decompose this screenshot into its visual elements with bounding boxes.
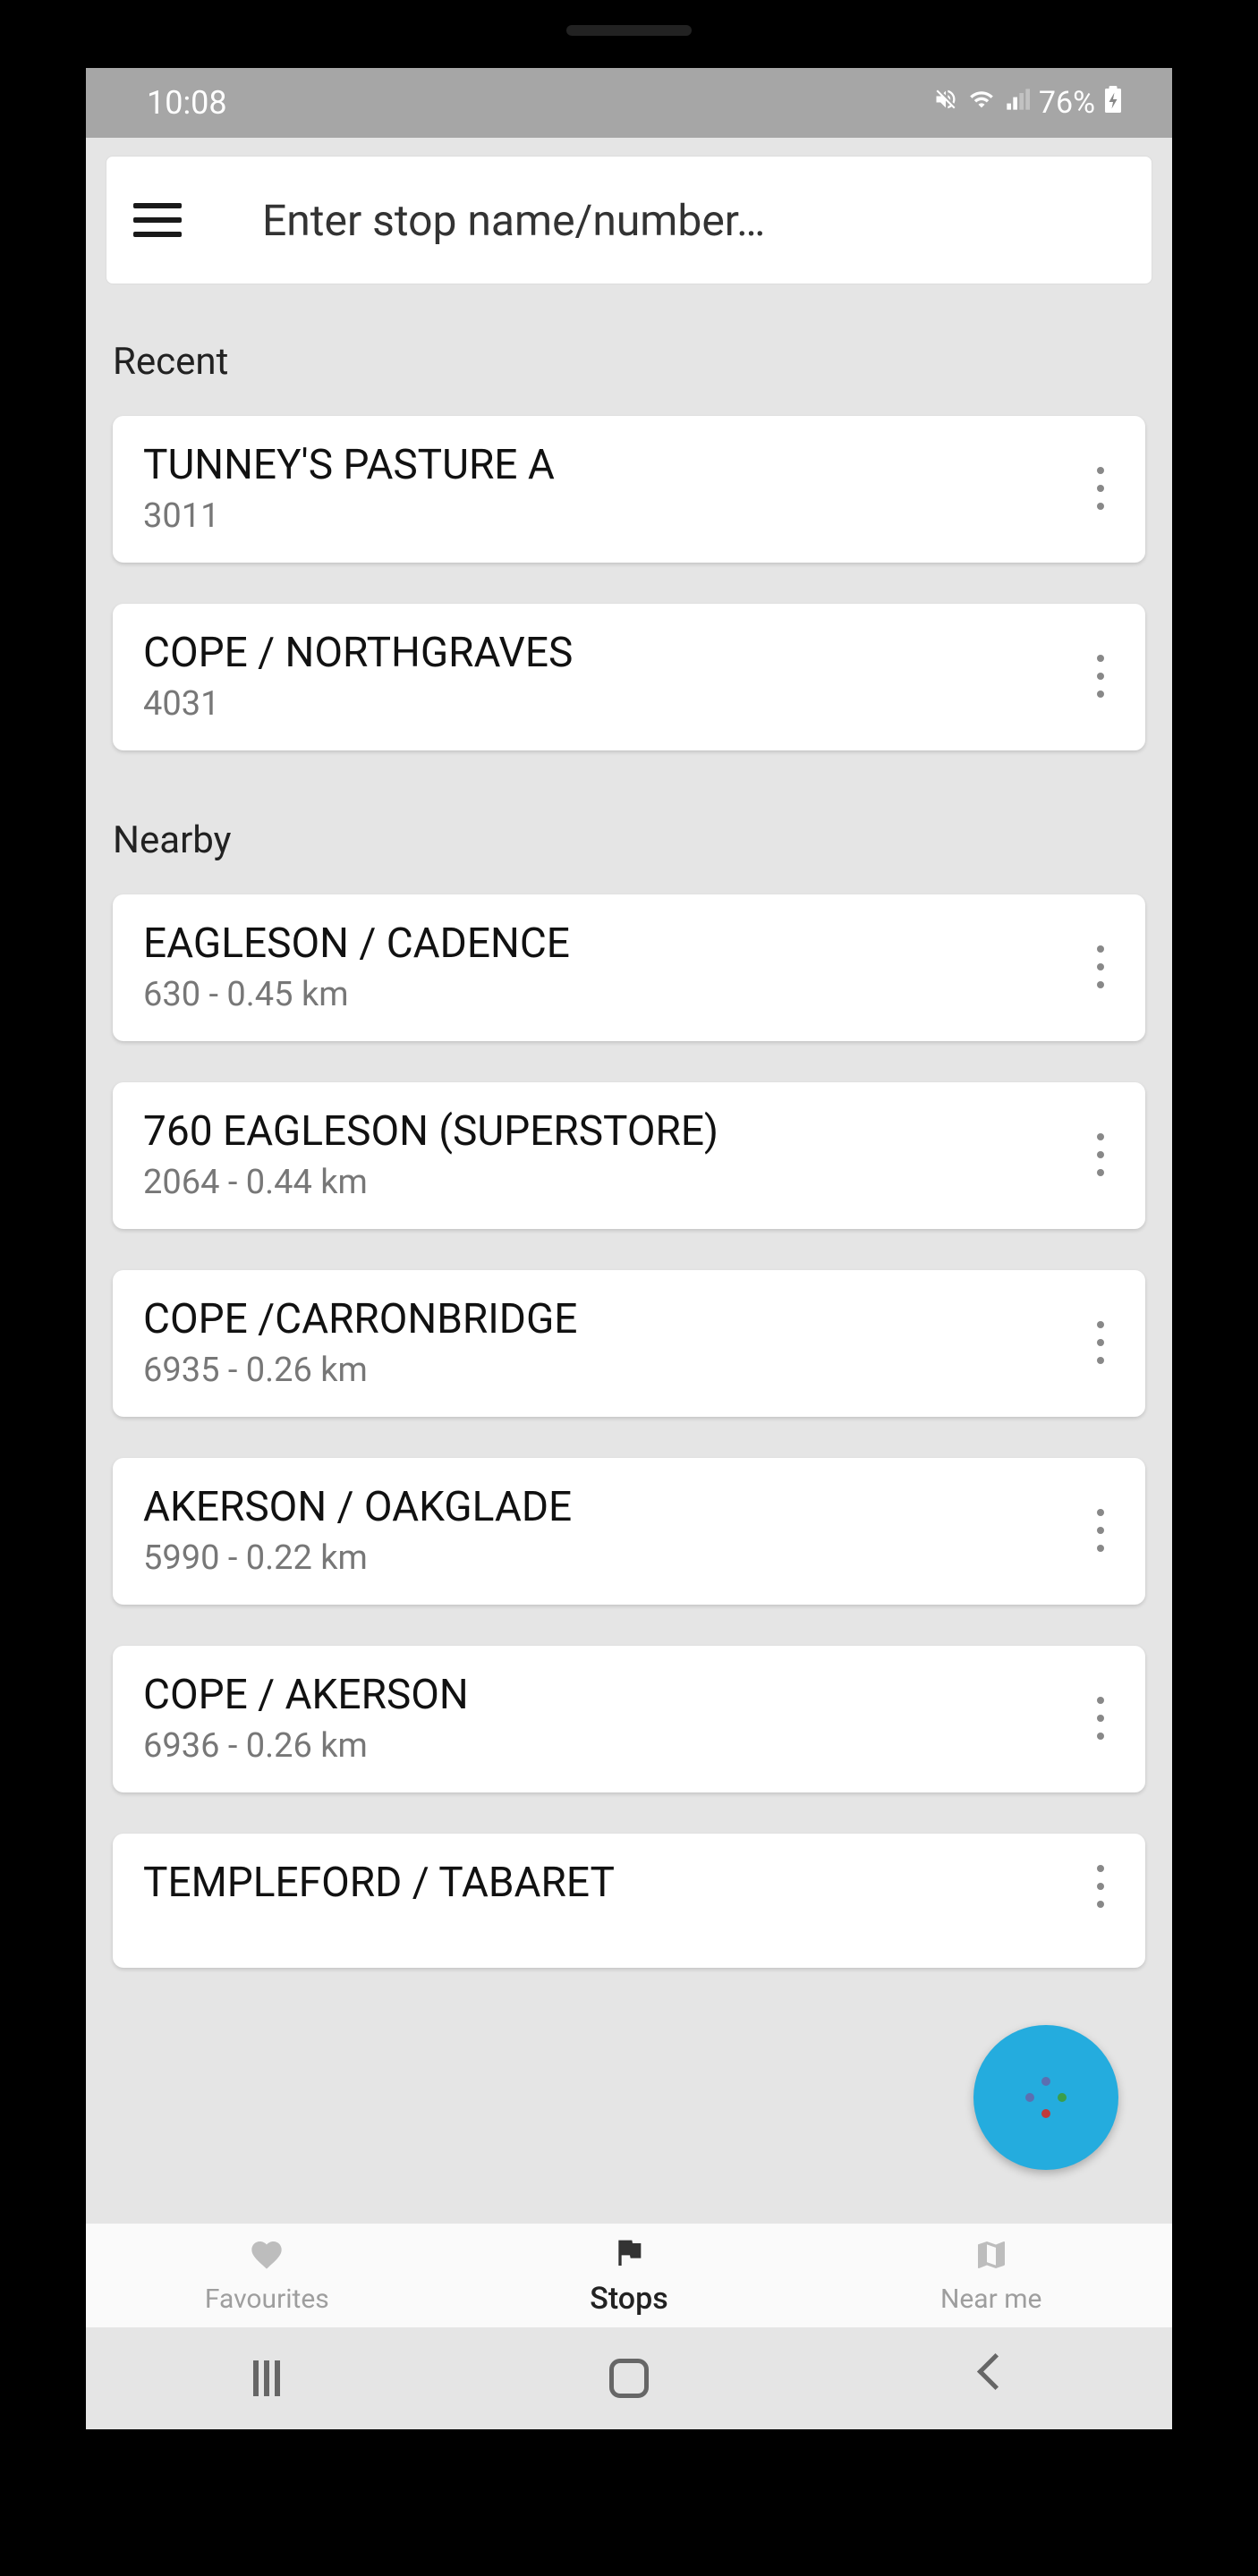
- stop-title: 760 EAGLESON (SUPERSTORE): [143, 1107, 1074, 1156]
- stop-sub: 630 - 0.45 km: [143, 975, 1074, 1014]
- stop-sub: 6935 - 0.26 km: [143, 1351, 1074, 1390]
- map-icon: [970, 2237, 1013, 2280]
- more-icon[interactable]: [1083, 1316, 1118, 1369]
- heart-icon: [245, 2237, 288, 2280]
- sys-back-button[interactable]: [965, 2360, 1018, 2396]
- system-nav: [86, 2327, 1172, 2429]
- wifi-icon: [967, 87, 996, 119]
- more-icon[interactable]: [1083, 1128, 1118, 1182]
- battery-charging-icon: [1104, 86, 1122, 120]
- device-frame: 10:08 76%: [0, 0, 1258, 2576]
- recent-list: TUNNEY'S PASTURE A 3011 COPE / NORTHGRAV…: [86, 384, 1172, 750]
- stop-sub: 5990 - 0.22 km: [143, 1538, 1074, 1578]
- stop-sub: 2064 - 0.44 km: [143, 1163, 1074, 1202]
- status-time: 10:08: [147, 84, 227, 122]
- search-input[interactable]: Enter stop name/number…: [262, 195, 1125, 246]
- mute-icon: [933, 87, 958, 119]
- more-icon[interactable]: [1083, 649, 1118, 703]
- more-icon[interactable]: [1083, 1860, 1118, 1913]
- content-area: Enter stop name/number… Recent TUNNEY'S …: [86, 138, 1172, 2222]
- list-item[interactable]: TEMPLEFORD / TABARET: [113, 1834, 1145, 1968]
- search-bar[interactable]: Enter stop name/number…: [106, 156, 1152, 284]
- nav-label: Near me: [940, 2284, 1041, 2315]
- list-item[interactable]: AKERSON / OAKGLADE 5990 - 0.22 km: [113, 1458, 1145, 1605]
- device-speaker: [566, 25, 692, 36]
- stop-title: COPE / NORTHGRAVES: [143, 629, 1074, 677]
- list-item[interactable]: COPE / NORTHGRAVES 4031: [113, 604, 1145, 750]
- nav-label: Favourites: [205, 2284, 329, 2315]
- flag-icon: [608, 2234, 650, 2277]
- recent-apps-icon: [253, 2360, 280, 2396]
- battery-text: 76%: [1039, 85, 1095, 121]
- fab-icon: [1024, 2075, 1068, 2120]
- sys-recent-button[interactable]: [240, 2360, 293, 2396]
- back-icon: [979, 2360, 1004, 2396]
- nav-label: Stops: [590, 2281, 667, 2317]
- section-nearby-header: Nearby: [86, 792, 1172, 862]
- list-item[interactable]: COPE /CARRONBRIDGE 6935 - 0.26 km: [113, 1270, 1145, 1417]
- list-item[interactable]: TUNNEY'S PASTURE A 3011: [113, 416, 1145, 563]
- list-item[interactable]: EAGLESON / CADENCE 630 - 0.45 km: [113, 894, 1145, 1041]
- fab-button[interactable]: [973, 2025, 1118, 2170]
- menu-icon[interactable]: [133, 203, 182, 237]
- stop-title: COPE / AKERSON: [143, 1671, 1074, 1719]
- screen: 10:08 76%: [86, 68, 1172, 2429]
- stop-title: TUNNEY'S PASTURE A: [143, 441, 1074, 489]
- stop-sub: 3011: [143, 496, 1074, 536]
- nav-nearme[interactable]: Near me: [810, 2224, 1172, 2327]
- bottom-nav: Favourites Stops Near me: [86, 2222, 1172, 2327]
- stop-sub: 6936 - 0.26 km: [143, 1726, 1074, 1766]
- more-icon[interactable]: [1083, 462, 1118, 515]
- nav-stops[interactable]: Stops: [448, 2224, 811, 2327]
- status-bar: 10:08 76%: [86, 68, 1172, 138]
- nav-favourites[interactable]: Favourites: [86, 2224, 448, 2327]
- list-item[interactable]: 760 EAGLESON (SUPERSTORE) 2064 - 0.44 km: [113, 1082, 1145, 1229]
- list-item[interactable]: COPE / AKERSON 6936 - 0.26 km: [113, 1646, 1145, 1792]
- stop-sub: 4031: [143, 684, 1074, 724]
- more-icon[interactable]: [1083, 1504, 1118, 1557]
- stop-title: EAGLESON / CADENCE: [143, 919, 1074, 968]
- stop-title: AKERSON / OAKGLADE: [143, 1483, 1074, 1531]
- stop-title: COPE /CARRONBRIDGE: [143, 1295, 1074, 1343]
- signal-icon: [1005, 87, 1030, 119]
- sys-home-button[interactable]: [602, 2359, 656, 2398]
- stop-title: TEMPLEFORD / TABARET: [143, 1859, 1074, 1907]
- more-icon[interactable]: [1083, 940, 1118, 994]
- nearby-list: EAGLESON / CADENCE 630 - 0.45 km 760 EAG…: [86, 862, 1172, 1968]
- section-recent-header: Recent: [86, 284, 1172, 384]
- status-icons: 76%: [933, 85, 1122, 121]
- home-icon: [609, 2359, 649, 2398]
- more-icon[interactable]: [1083, 1691, 1118, 1745]
